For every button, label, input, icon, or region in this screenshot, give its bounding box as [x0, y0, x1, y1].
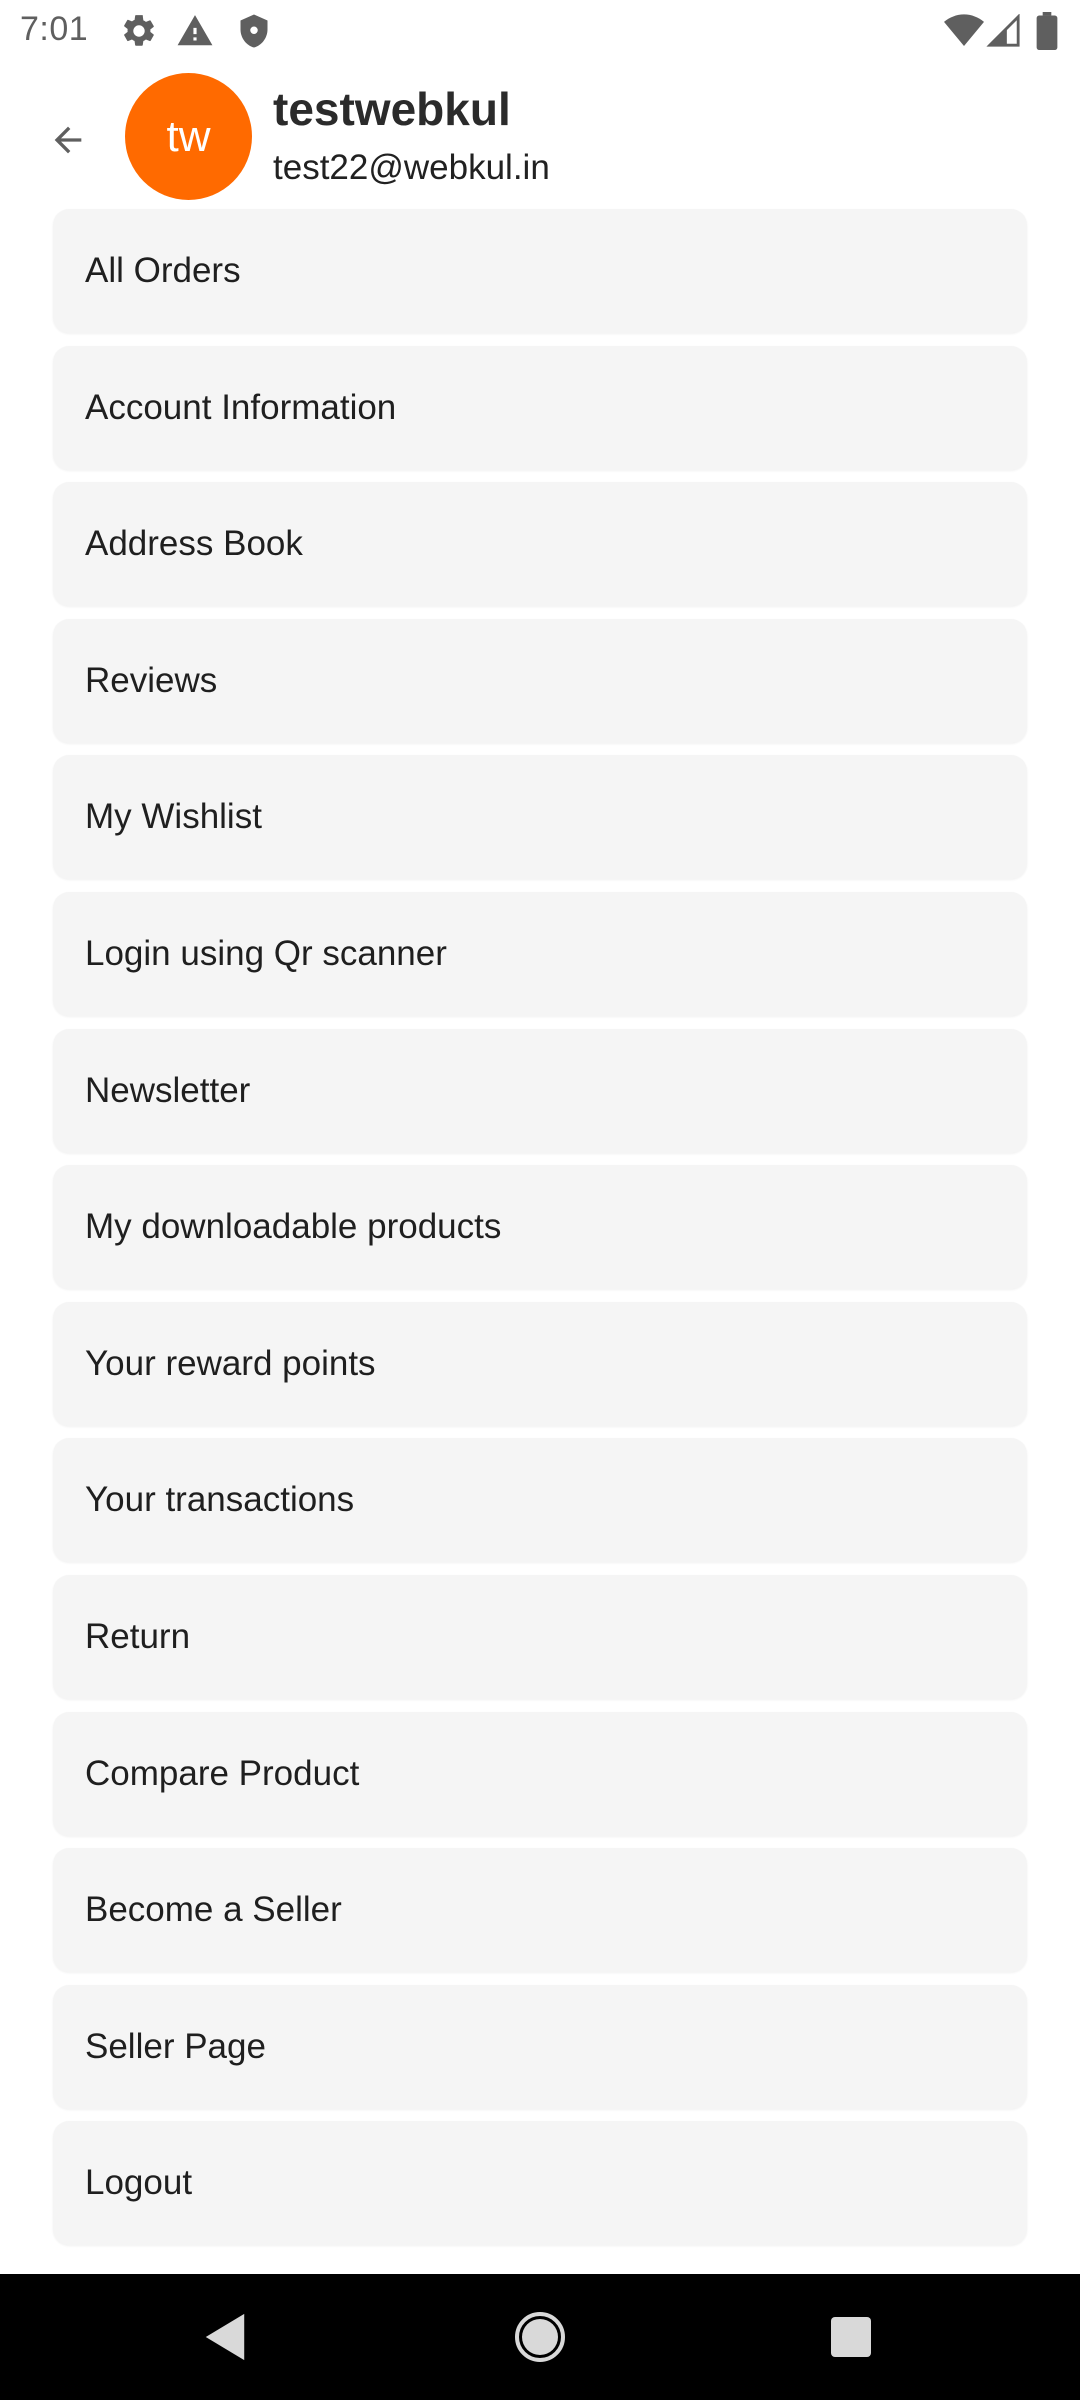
menu-item-label: Return [85, 1616, 191, 1656]
menu-item-reviews[interactable]: Reviews [53, 618, 1027, 743]
menu-item-all-orders[interactable]: All Orders [53, 209, 1027, 333]
nav-back-button[interactable] [190, 2302, 260, 2372]
menu-item-label: Your transactions [85, 1480, 355, 1520]
settings-icon [120, 12, 158, 55]
menu-item-newsletter[interactable]: Newsletter [53, 1028, 1027, 1153]
menu-item-logout[interactable]: Logout [53, 2121, 1027, 2246]
warning-icon [176, 12, 214, 55]
menu-item-downloadable-products[interactable]: My downloadable products [53, 1165, 1027, 1290]
menu-item-return[interactable]: Return [53, 1574, 1027, 1699]
menu-item-transactions[interactable]: Your transactions [53, 1438, 1027, 1563]
back-button[interactable] [30, 102, 106, 178]
battery-icon [1036, 12, 1058, 55]
menu-item-label: Reviews [85, 660, 218, 700]
menu-item-label: Login using Qr scanner [85, 933, 447, 973]
nav-home-button[interactable] [505, 2302, 575, 2372]
wifi-icon [944, 14, 984, 53]
user-name: testwebkul [273, 83, 511, 135]
system-nav-bar [0, 2274, 1080, 2400]
menu-item-compare-product[interactable]: Compare Product [53, 1711, 1027, 1836]
menu-item-label: Your reward points [85, 1343, 376, 1383]
avatar: tw [125, 73, 252, 200]
avatar-initials: tw [166, 111, 211, 161]
menu-item-account-information[interactable]: Account Information [53, 345, 1027, 470]
menu-item-reward-points[interactable]: Your reward points [53, 1301, 1027, 1426]
menu-item-label: Newsletter [85, 1070, 251, 1110]
back-triangle-icon [205, 2313, 245, 2361]
menu-item-label: All Orders [85, 251, 241, 290]
menu-item-label: My downloadable products [85, 1207, 502, 1247]
signal-icon [986, 13, 1022, 53]
menu-item-label: Account Information [85, 387, 397, 427]
shield-icon [236, 12, 272, 55]
status-bar: 7:01 [0, 0, 1080, 62]
arrow-left-icon [54, 126, 82, 154]
menu-item-label: Seller Page [85, 2026, 266, 2066]
recents-square-icon [831, 2317, 871, 2357]
menu-item-label: Address Book [85, 524, 303, 564]
menu-item-address-book[interactable]: Address Book [53, 482, 1027, 607]
menu-item-seller-page[interactable]: Seller Page [53, 1984, 1027, 2109]
account-menu-list: All Orders Account Information Address B… [53, 209, 1027, 2258]
home-circle-icon [515, 2312, 565, 2362]
menu-item-label: Compare Product [85, 1753, 360, 1793]
menu-item-my-wishlist[interactable]: My Wishlist [53, 755, 1027, 880]
status-time: 7:01 [20, 10, 89, 48]
menu-item-label: Become a Seller [85, 1890, 342, 1930]
nav-recents-button[interactable] [816, 2302, 886, 2372]
menu-item-become-seller[interactable]: Become a Seller [53, 1848, 1027, 1973]
menu-item-label: Logout [85, 2163, 193, 2203]
user-email: test22@webkul.in [273, 148, 550, 187]
account-header: tw testwebkul test22@webkul.in [0, 62, 1080, 202]
menu-item-label: My Wishlist [85, 797, 262, 837]
menu-item-login-qr-scanner[interactable]: Login using Qr scanner [53, 891, 1027, 1016]
